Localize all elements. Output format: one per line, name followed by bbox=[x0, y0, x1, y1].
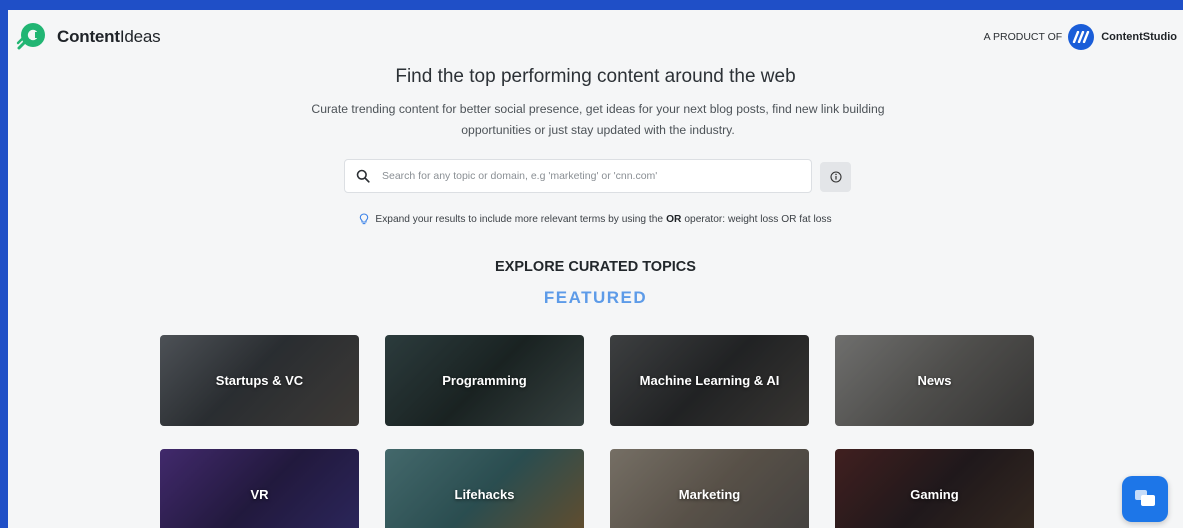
brand-name-light: Ideas bbox=[119, 27, 161, 46]
brand-name: ContentIdeas bbox=[57, 27, 161, 47]
search-info-button[interactable] bbox=[820, 162, 851, 192]
page-subtitle: Curate trending content for better socia… bbox=[311, 102, 885, 137]
tip-operator: OR bbox=[666, 213, 682, 225]
topic-card-startups[interactable]: Startups & VC bbox=[160, 335, 359, 426]
contentstudio-name: ContentStudio bbox=[1101, 31, 1177, 43]
header: ContentIdeas A PRODUCT OF ContentStudio bbox=[8, 10, 1183, 60]
lightbulb-icon bbox=[360, 213, 369, 225]
tip-text-after: operator: weight loss OR fat loss bbox=[684, 213, 832, 225]
topic-card-label: Marketing bbox=[678, 487, 741, 502]
search-tip: Expand your results to include more rele… bbox=[8, 213, 1183, 225]
topic-card-label: Programming bbox=[442, 373, 527, 388]
product-of-label: A PRODUCT OF bbox=[983, 31, 1063, 43]
topic-card-label: Gaming bbox=[910, 487, 959, 502]
topic-card-programming[interactable]: Programming bbox=[385, 335, 584, 426]
topic-card-news[interactable]: News bbox=[835, 335, 1034, 426]
product-of[interactable]: A PRODUCT OF ContentStudio bbox=[984, 24, 1177, 50]
tip-text-before: Expand your results to include more rele… bbox=[375, 213, 664, 225]
topic-card-vr[interactable]: VR bbox=[160, 449, 359, 528]
search-icon bbox=[356, 169, 370, 183]
topic-card-label: Lifehacks bbox=[454, 487, 515, 502]
page: ContentIdeas A PRODUCT OF ContentStudio … bbox=[8, 10, 1183, 528]
topic-card-label: Startups & VC bbox=[215, 373, 304, 388]
info-icon bbox=[829, 171, 842, 183]
topic-card-gaming[interactable]: Gaming bbox=[835, 449, 1034, 528]
chat-icon bbox=[1135, 490, 1155, 506]
topic-card-label: Machine Learning & AI bbox=[639, 373, 780, 388]
search-box[interactable] bbox=[344, 159, 812, 193]
topic-card-label: VR bbox=[250, 487, 269, 502]
topic-card-machine-learning[interactable]: Machine Learning & AI bbox=[610, 335, 809, 426]
brand-logo[interactable]: ContentIdeas bbox=[16, 22, 161, 52]
contentstudio-logo-icon bbox=[1068, 24, 1095, 50]
search-input[interactable] bbox=[380, 169, 804, 183]
topic-card-label: News bbox=[917, 373, 952, 388]
topic-card-lifehacks[interactable]: Lifehacks bbox=[385, 449, 584, 528]
page-title: Find the top performing content around t… bbox=[395, 66, 796, 87]
featured-heading: FEATURED bbox=[543, 288, 648, 307]
topic-card-marketing[interactable]: Marketing bbox=[610, 449, 809, 528]
brand-name-bold: Content bbox=[57, 27, 120, 46]
chat-widget-button[interactable] bbox=[1122, 476, 1168, 522]
content-ideas-logo-icon bbox=[16, 23, 45, 50]
explore-heading: EXPLORE CURATED TOPICS bbox=[495, 259, 696, 275]
